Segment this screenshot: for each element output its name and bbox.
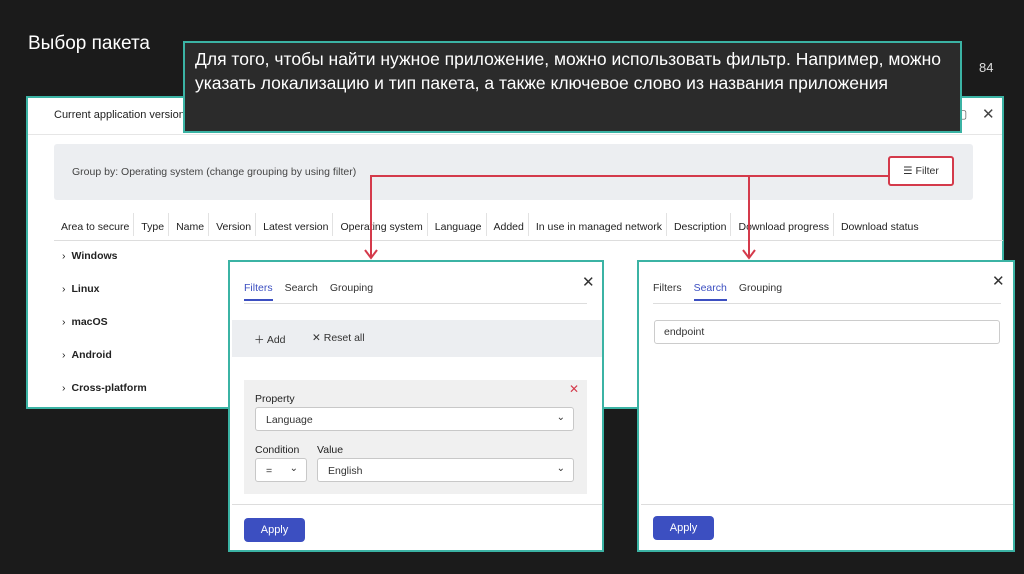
chevron-down-icon: ⌄ xyxy=(556,463,565,474)
search-input[interactable]: endpoint xyxy=(654,320,1000,344)
close-icon: ✕ xyxy=(312,332,321,344)
filter-condition-card: ✕ Property Language ⌄ Condition Value = … xyxy=(244,380,587,494)
property-select[interactable]: Language ⌄ xyxy=(255,407,574,431)
arrow-to-filters-panel xyxy=(370,175,888,258)
apply-button[interactable]: Apply xyxy=(244,518,305,542)
search-panel: Filters Search Grouping ✕ endpoint Apply xyxy=(637,260,1015,552)
chevron-down-icon: ⌄ xyxy=(289,463,298,474)
search-panel-tabs: Filters Search Grouping xyxy=(653,282,782,301)
apply-button[interactable]: Apply xyxy=(653,516,714,540)
filters-panel-tabs: Filters Search Grouping xyxy=(244,282,373,301)
condition-label: Condition xyxy=(255,444,300,456)
tab-filters[interactable]: Filters xyxy=(653,282,682,301)
value-select[interactable]: English ⌄ xyxy=(317,458,574,482)
filters-panel: Filters Search Grouping ✕ ＋ Add ✕ Reset … xyxy=(228,260,604,552)
tab-search[interactable]: Search xyxy=(285,282,318,301)
tab-search[interactable]: Search xyxy=(693,282,727,301)
reset-all-button[interactable]: ✕ Reset all xyxy=(312,332,365,344)
property-label: Property xyxy=(255,393,295,405)
filters-toolbar: ＋ Add ✕ Reset all xyxy=(232,320,602,357)
chevron-down-icon: ⌄ xyxy=(556,412,565,423)
tab-filters[interactable]: Filters xyxy=(244,282,273,301)
close-icon[interactable]: ✕ xyxy=(992,272,1005,290)
tab-grouping[interactable]: Grouping xyxy=(330,282,373,301)
tabs-divider xyxy=(653,303,1001,304)
tab-grouping[interactable]: Grouping xyxy=(739,282,782,301)
footer-divider xyxy=(232,504,602,505)
footer-divider xyxy=(641,504,1013,505)
plus-icon: ＋ xyxy=(254,334,265,346)
value-label: Value xyxy=(317,444,344,456)
remove-condition-icon[interactable]: ✕ xyxy=(569,382,579,396)
add-button[interactable]: ＋ Add xyxy=(254,332,286,347)
condition-select[interactable]: = ⌄ xyxy=(255,458,307,482)
tabs-divider xyxy=(244,303,587,304)
close-icon[interactable]: ✕ xyxy=(582,273,595,291)
